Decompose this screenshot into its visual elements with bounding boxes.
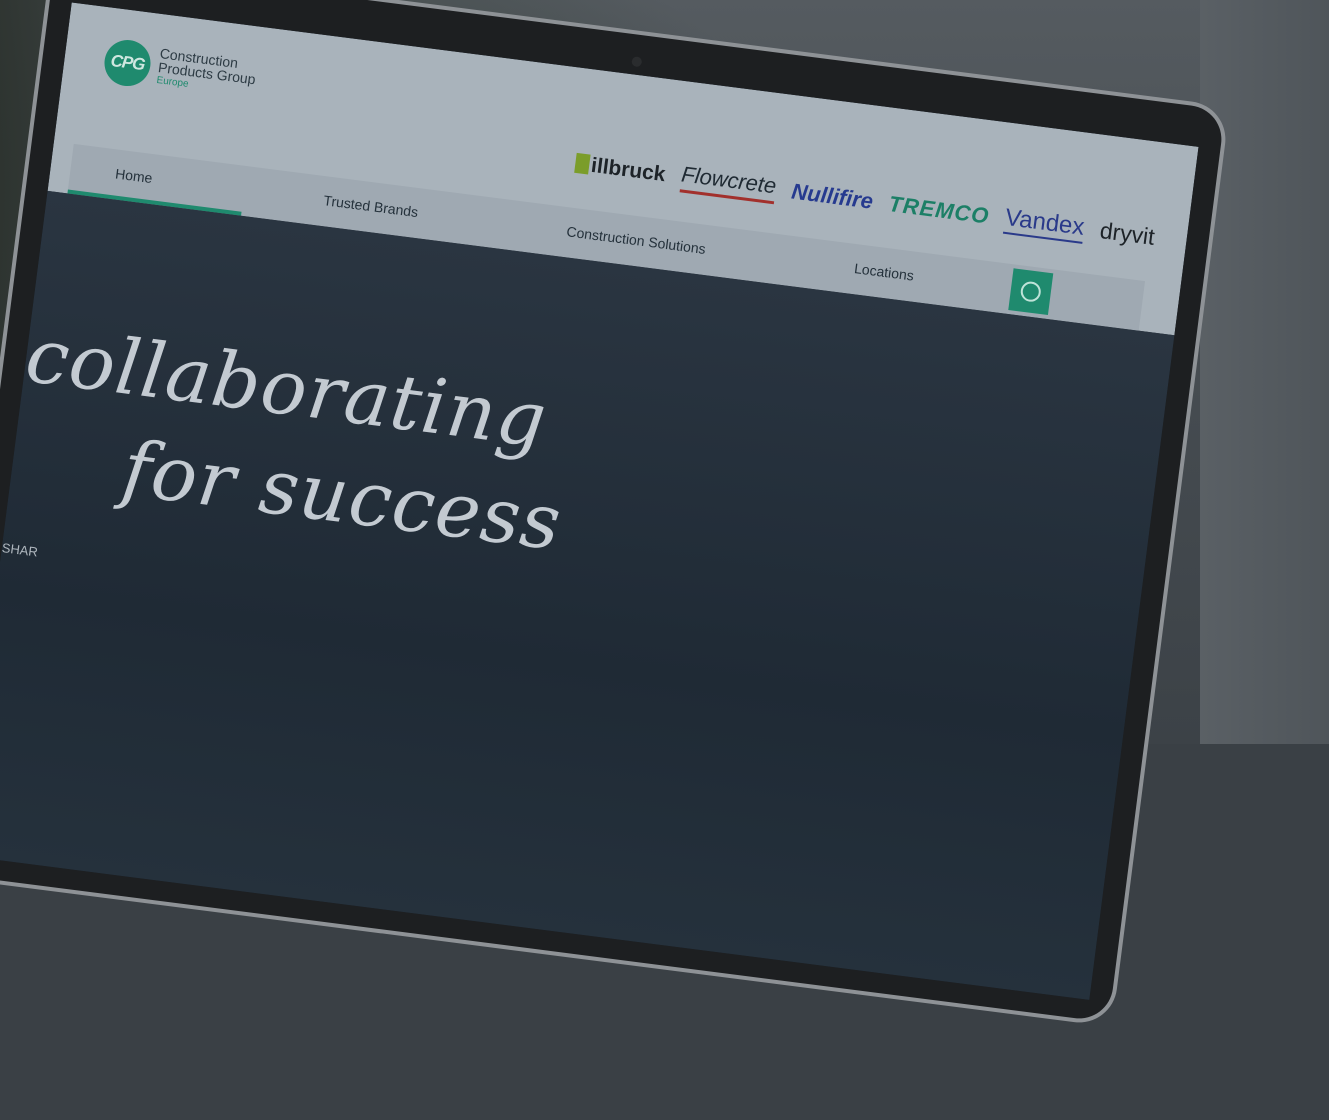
share-label[interactable]: SHAR (1, 540, 39, 559)
nav-home[interactable]: Home (114, 165, 153, 186)
brand-illbruck[interactable]: illbruck (574, 151, 667, 186)
globe-button[interactable] (1008, 268, 1054, 316)
laptop: CPG Construction Products Group Europe i… (0, 0, 1329, 1120)
nav-trusted-brands[interactable]: Trusted Brands (323, 192, 419, 220)
illbruck-mark-icon (574, 152, 591, 174)
hero-title-line-1: collaborating (21, 309, 552, 465)
hero-section: collaborating for success SHAR (0, 190, 1175, 1000)
brand-vandex[interactable]: Vandex (1003, 203, 1087, 244)
camera-icon (631, 56, 643, 68)
brand-flowcrete[interactable]: Flowcrete (679, 161, 778, 205)
laptop-bezel: CPG Construction Products Group Europe i… (0, 0, 1226, 1023)
cpg-logo[interactable]: CPG Construction Products Group Europe (101, 37, 259, 102)
brand-dryvit[interactable]: dryvit (1098, 217, 1156, 251)
globe-icon (1019, 280, 1042, 303)
brand-tremco[interactable]: TREMCO (887, 191, 991, 230)
cpg-logo-text: Construction Products Group Europe (156, 45, 259, 100)
cpg-logo-mark: CPG (101, 37, 154, 89)
nav-locations[interactable]: Locations (853, 260, 914, 283)
nav-construction-solutions[interactable]: Construction Solutions (566, 223, 707, 257)
laptop-screen: CPG Construction Products Group Europe i… (0, 2, 1199, 1000)
brand-illbruck-label: illbruck (589, 153, 667, 186)
brand-nullifire[interactable]: Nullifire (790, 178, 874, 214)
